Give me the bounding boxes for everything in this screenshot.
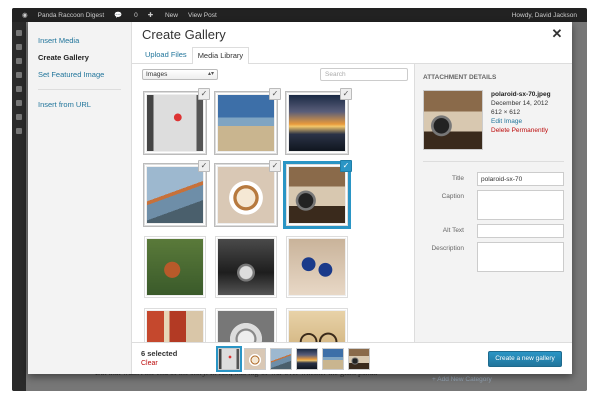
- check-icon[interactable]: ✓: [269, 160, 281, 172]
- close-icon[interactable]: ✕: [551, 27, 563, 40]
- tab-media-library[interactable]: Media Library: [191, 47, 250, 64]
- selection-thumb-coffee[interactable]: [244, 348, 266, 370]
- check-icon[interactable]: ✓: [198, 160, 210, 172]
- thumbnail-image: [289, 95, 345, 151]
- media-menu: Insert Media Create Gallery Set Featured…: [28, 22, 132, 374]
- attachment-ball[interactable]: [215, 236, 277, 298]
- title-label: Title: [451, 175, 464, 182]
- thumbnail-image: [218, 239, 274, 295]
- attachment-sunset[interactable]: ✓: [285, 88, 352, 155]
- search-input[interactable]: Search: [320, 68, 408, 81]
- menu-set-featured-image[interactable]: Set Featured Image: [28, 66, 131, 83]
- details-heading: Attachment Details: [423, 74, 497, 81]
- alt-text-input[interactable]: [477, 224, 564, 238]
- attachments-browser: Images ▴▾ Search ✓ ✓ ✓ ✓ ✓ ✓: [132, 64, 414, 342]
- menu-separator: [38, 89, 121, 90]
- filter-value: Images: [146, 71, 168, 78]
- thumbnail-image: [289, 167, 345, 223]
- details-dimensions: 612 × 612: [491, 109, 521, 116]
- comments-count: 0: [134, 12, 138, 19]
- thumbnail-image: [147, 311, 203, 342]
- media-filter-select[interactable]: Images ▴▾: [142, 69, 218, 80]
- menu-appearance-icon[interactable]: [16, 100, 22, 106]
- check-icon[interactable]: ✓: [340, 88, 352, 100]
- attachment-bicycle[interactable]: [286, 308, 348, 342]
- alt-text-label: Alt Text: [442, 227, 464, 234]
- new-content-link[interactable]: ✚ New: [148, 11, 178, 19]
- view-post-link[interactable]: View Post: [188, 12, 217, 19]
- menu-dashboard-icon[interactable]: [16, 30, 22, 36]
- selection-thumb-beach[interactable]: [322, 348, 344, 370]
- description-label: Description: [431, 245, 464, 252]
- check-icon[interactable]: ✓: [269, 88, 281, 100]
- attachment-dial[interactable]: [215, 308, 277, 342]
- attachment-fridge[interactable]: ✓: [143, 88, 210, 155]
- attachment-polaroid[interactable]: ✓: [283, 160, 352, 229]
- selection-thumb-sunset[interactable]: [296, 348, 318, 370]
- details-info: polaroid-sx-70.jpeg December 14, 2012 61…: [491, 90, 551, 135]
- selection-count: 6 selected: [141, 349, 178, 358]
- thumbnail-image: [289, 239, 345, 295]
- edit-image-link[interactable]: Edit Image: [491, 117, 551, 126]
- menu-pages-icon[interactable]: [16, 72, 22, 78]
- media-router: Upload Files Media Library: [132, 46, 572, 64]
- new-label: New: [164, 12, 178, 19]
- create-gallery-button[interactable]: Create a new gallery: [488, 351, 562, 367]
- attachment-beach[interactable]: ✓: [214, 88, 281, 155]
- attachment-details-sidebar: Attachment Details polaroid-sx-70.jpeg D…: [414, 64, 572, 342]
- chevron-down-icon: ▴▾: [207, 71, 214, 77]
- thumbnail-image: [218, 167, 274, 223]
- selection-thumb-polaroid[interactable]: [348, 348, 370, 370]
- media-modal: Insert Media Create Gallery Set Featured…: [28, 22, 572, 374]
- details-date: December 14, 2012: [491, 100, 549, 107]
- clear-selection-link[interactable]: Clear: [141, 360, 158, 367]
- tab-upload-files[interactable]: Upload Files: [140, 50, 192, 63]
- attachment-red-panda[interactable]: [144, 236, 206, 298]
- howdy-user[interactable]: Howdy, David Jackson: [512, 12, 577, 19]
- wp-logo-icon[interactable]: ◉: [22, 11, 28, 19]
- attachment-coffee[interactable]: ✓: [214, 160, 281, 227]
- menu-media-icon[interactable]: [16, 58, 22, 64]
- thumbnail-image: [147, 239, 203, 295]
- selection-thumb-bridge[interactable]: [270, 348, 292, 370]
- admin-side-menu: [12, 22, 26, 391]
- menu-plugins-icon[interactable]: [16, 114, 22, 120]
- menu-users-icon[interactable]: [16, 128, 22, 134]
- media-toolbar: Images ▴▾ Search: [132, 64, 414, 88]
- add-category-link[interactable]: + Add New Category: [432, 376, 492, 383]
- thumbnail-image: [147, 167, 203, 223]
- check-icon[interactable]: ✓: [340, 160, 352, 172]
- attachment-bridge[interactable]: ✓: [143, 160, 210, 227]
- comments-link[interactable]: 💬 0: [114, 11, 138, 19]
- caption-textarea[interactable]: [477, 190, 564, 220]
- check-icon[interactable]: ✓: [198, 88, 210, 100]
- details-filename: polaroid-sx-70.jpeg: [491, 91, 551, 98]
- attachment-glasses[interactable]: [286, 236, 348, 298]
- thumbnail-image: [218, 95, 274, 151]
- delete-permanently-link[interactable]: Delete Permanently: [491, 126, 551, 135]
- thumbnail-image: [147, 95, 203, 151]
- selection-thumb-fridge[interactable]: [216, 346, 242, 372]
- details-thumbnail: [423, 90, 483, 150]
- thumbnail-image: [218, 311, 274, 342]
- thumbnail-image: [289, 311, 345, 342]
- site-name-link[interactable]: Panda Raccoon Digest: [38, 12, 105, 19]
- details-divider: [423, 161, 564, 162]
- frame-title: Create Gallery: [142, 27, 226, 42]
- title-input[interactable]: polaroid-sx-70: [477, 172, 564, 186]
- menu-create-gallery[interactable]: Create Gallery: [28, 49, 131, 66]
- menu-insert-from-url[interactable]: Insert from URL: [28, 96, 131, 113]
- caption-label: Caption: [441, 193, 464, 200]
- description-textarea[interactable]: [477, 242, 564, 272]
- menu-comments-icon[interactable]: [16, 86, 22, 92]
- menu-posts-icon[interactable]: [16, 44, 22, 50]
- menu-insert-media[interactable]: Insert Media: [28, 32, 131, 49]
- attachment-signs[interactable]: [144, 308, 206, 342]
- media-footer-toolbar: 6 selected Clear Create a new gallery: [132, 342, 572, 374]
- admin-bar: ◉ Panda Raccoon Digest 💬 0 ✚ New View Po…: [12, 8, 587, 22]
